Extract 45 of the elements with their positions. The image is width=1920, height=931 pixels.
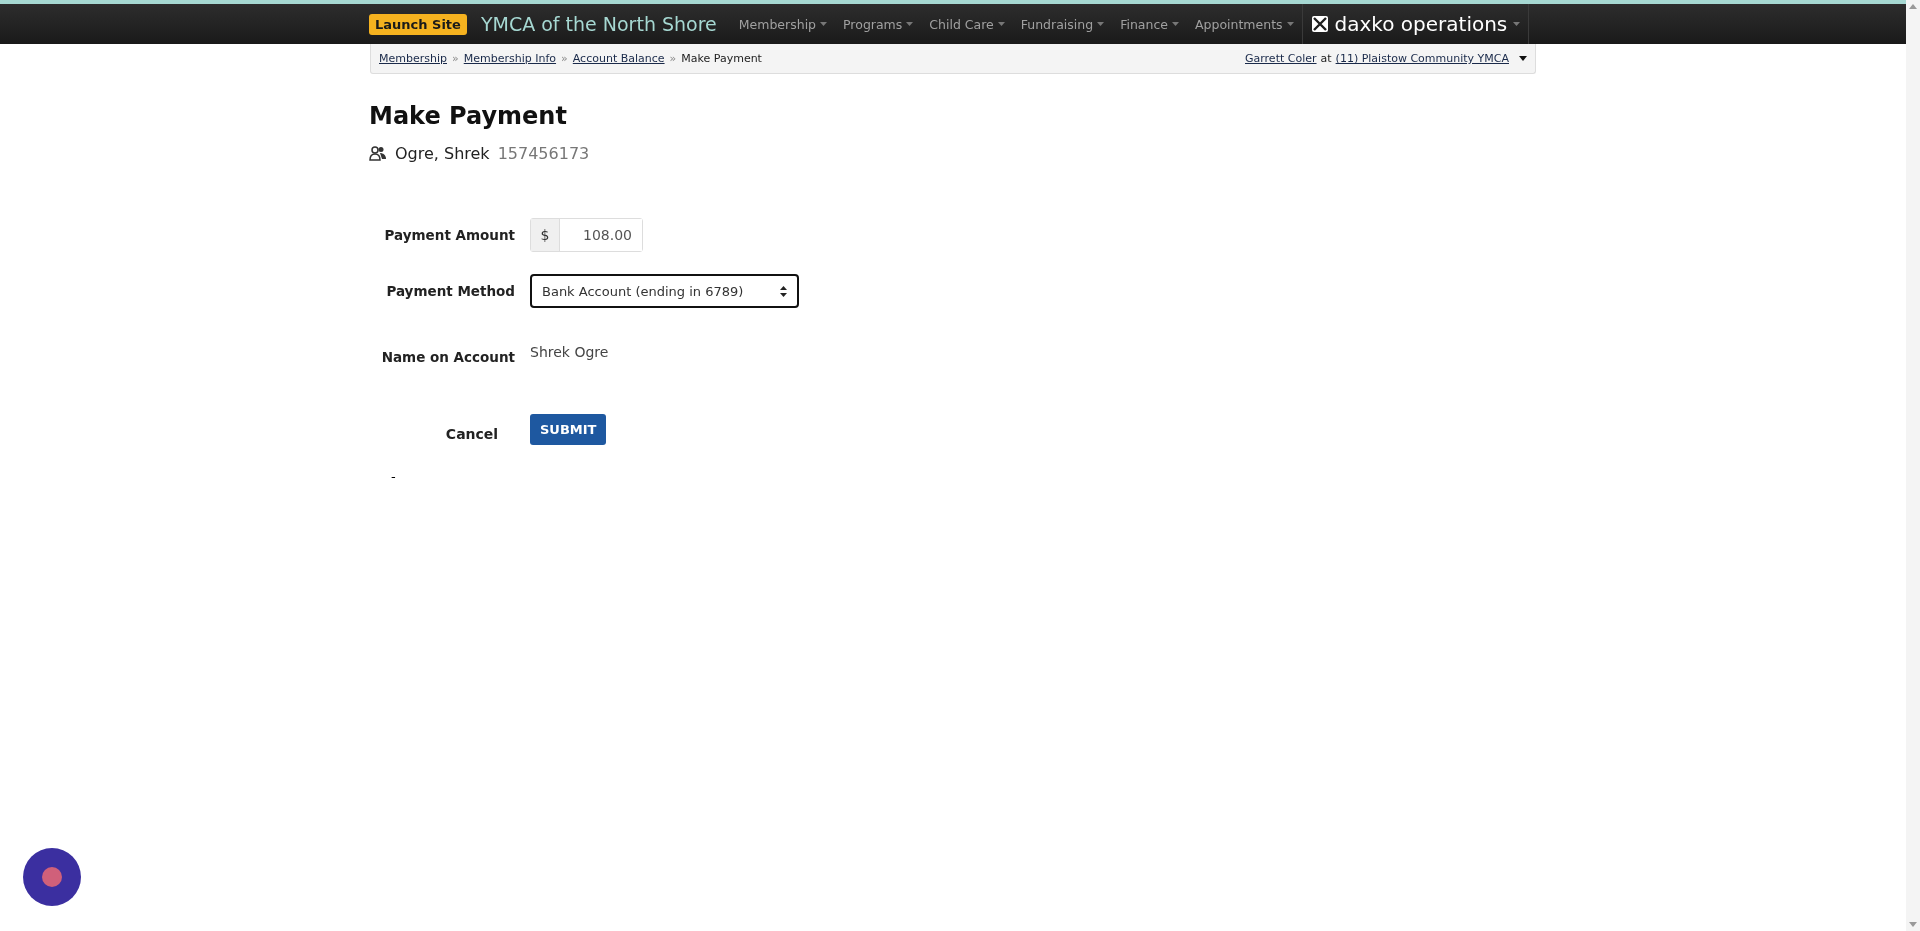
footnote-text: -	[391, 469, 396, 484]
nav-menu-item[interactable]: Fundraising	[1012, 16, 1113, 32]
field-label: Payment Method	[386, 283, 515, 299]
breadcrumb-link[interactable]: Membership Info	[463, 52, 557, 65]
breadcrumb-separator: »	[452, 52, 459, 65]
caret-icon	[1513, 22, 1521, 26]
breadcrumb-link[interactable]: Account Balance	[572, 52, 665, 65]
field-label: Payment Amount	[384, 227, 515, 243]
envelope-icon	[1310, 15, 1329, 33]
nav-menu-item[interactable]: Finance	[1112, 16, 1187, 32]
caret-icon	[1172, 22, 1179, 26]
down-arrow-icon[interactable]	[1909, 922, 1917, 927]
site-title: YMCA of the North Shore	[480, 13, 717, 35]
caret-icon	[997, 22, 1005, 26]
cancel-button[interactable]: Cancel	[439, 425, 505, 443]
up-arrow-icon[interactable]	[1909, 4, 1917, 9]
breadcrumb-current: Make Payment	[681, 52, 762, 65]
breadcrumb-separator: »	[561, 52, 568, 65]
submit-button[interactable]: SUBMIT	[530, 413, 607, 445]
user-link[interactable]: Garrett Coler	[1245, 52, 1317, 65]
member-name: Ogre, Shrek	[395, 144, 490, 163]
people-icon	[369, 146, 387, 161]
caret-icon[interactable]	[1519, 56, 1527, 61]
page-title: Make Payment	[369, 102, 567, 130]
breadcrumb-link[interactable]: Membership	[379, 52, 447, 65]
launch-site-button[interactable]: Launch Site	[369, 13, 467, 35]
at-text: at	[1320, 52, 1332, 65]
member-id: 157456173	[497, 144, 590, 163]
sort-arrows-icon	[780, 285, 787, 297]
payment-method-select[interactable]: Bank Account (ending in 6789)	[530, 274, 799, 308]
account-name-value: Shrek Ogre	[530, 344, 609, 360]
nav-menu-item[interactable]: Appointments	[1187, 16, 1302, 32]
nav-menu-item[interactable]: Membership	[730, 16, 836, 32]
location-link[interactable]: (11) Plaistow Community YMCA	[1335, 52, 1509, 65]
amount-field[interactable]: $ 108.00	[530, 218, 643, 252]
caret-icon	[1097, 22, 1105, 26]
dot-icon	[42, 867, 62, 887]
nav-menu-item[interactable]: Programs	[835, 16, 922, 32]
caret-icon	[1286, 22, 1294, 26]
breadcrumb-separator: »	[669, 52, 677, 65]
caret-icon	[820, 22, 828, 26]
nav-menu-item[interactable]: Child Care	[921, 16, 1013, 32]
caret-icon	[906, 22, 914, 26]
chat-button[interactable]	[23, 848, 81, 906]
field-label: Name on Account	[381, 349, 515, 365]
